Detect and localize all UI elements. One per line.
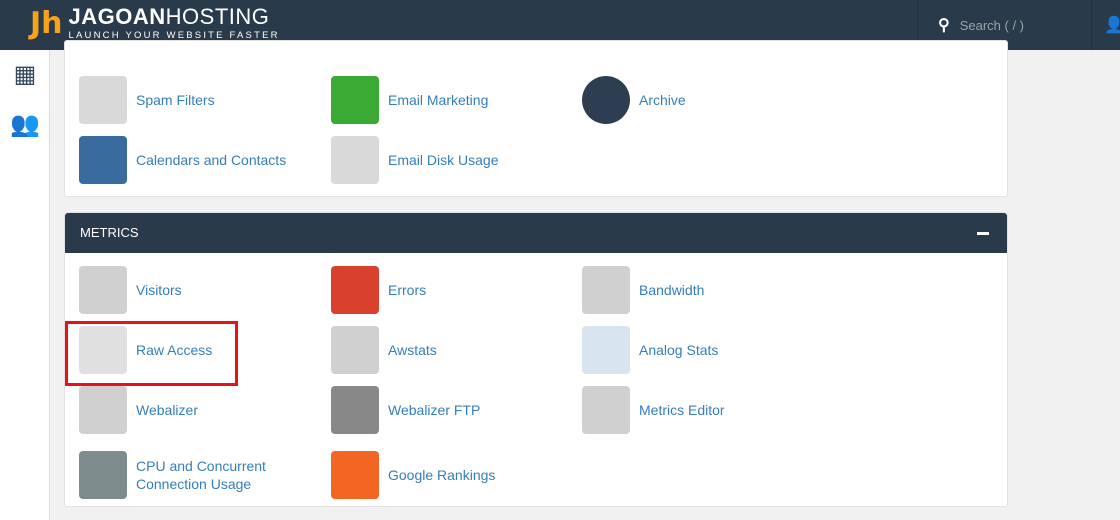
item-email-disk-usage[interactable]: Email Disk Usage (331, 135, 498, 185)
logo-mark-icon: Jh (30, 6, 63, 41)
item-spam-filters[interactable]: Spam Filters (79, 75, 215, 125)
item-email-marketing[interactable]: Email Marketing (331, 75, 488, 125)
rankings-icon (331, 451, 379, 499)
brand-light: HOSTING (165, 4, 270, 29)
item-label: Google Rankings (388, 467, 496, 483)
item-archive[interactable]: Archive (582, 75, 686, 125)
collapse-icon[interactable] (977, 232, 989, 235)
item-metrics-editor[interactable]: Metrics Editor (582, 385, 725, 435)
metrics-editor-icon (582, 386, 630, 434)
item-label: Awstats (388, 342, 437, 358)
item-label: Errors (388, 282, 427, 298)
item-cpu-and-concurrent-connection-usage[interactable]: CPU and Concurrent Connection Usage (79, 450, 286, 500)
item-raw-access[interactable]: Raw Access (79, 325, 212, 375)
item-label: Webalizer FTP (388, 402, 481, 418)
item-calendars-and-contacts[interactable]: Calendars and Contacts (79, 135, 286, 185)
item-bandwidth[interactable]: Bandwidth (582, 265, 704, 315)
item-webalizer[interactable]: Webalizer (79, 385, 198, 435)
item-visitors[interactable]: Visitors (79, 265, 182, 315)
visitors-icon (79, 266, 127, 314)
item-label: CPU and Concurrent Connection Usage (136, 458, 266, 492)
item-awstats[interactable]: Awstats (331, 325, 437, 375)
item-label: Archive (639, 92, 686, 108)
item-label: Spam Filters (136, 92, 215, 108)
user-icon[interactable]: 👤 (1104, 15, 1120, 35)
item-label: Metrics Editor (639, 402, 725, 418)
item-analog-stats[interactable]: Analog Stats (582, 325, 718, 375)
calendar-icon (79, 136, 127, 184)
item-label: Email Disk Usage (388, 152, 499, 168)
envelope-dollar-icon (331, 76, 379, 124)
item-errors[interactable]: Errors (331, 265, 426, 315)
logo[interactable]: Jh JAGOANHOSTING LAUNCH YOUR WEBSITE FAS… (30, 4, 280, 42)
search-icon: ⚲ (938, 17, 950, 34)
cpu-gauge-icon (79, 451, 127, 499)
envelope-feather-icon (79, 76, 127, 124)
users-icon[interactable]: 👥 (0, 100, 50, 150)
metrics-header[interactable]: METRICS (65, 213, 1007, 253)
sidebar: ▦ 👥 (0, 50, 50, 520)
error-icon (331, 266, 379, 314)
item-label: Calendars and Contacts (136, 152, 287, 168)
item-label: Analog Stats (639, 342, 719, 358)
item-label: Raw Access (136, 342, 213, 358)
apps-grid-icon[interactable]: ▦ (0, 50, 50, 100)
metrics-title: METRICS (80, 225, 139, 240)
document-download-icon (79, 326, 127, 374)
archive-envelope-icon (582, 76, 630, 124)
numbers-icon (582, 326, 630, 374)
item-label: Email Marketing (388, 92, 489, 108)
gauge-icon (582, 266, 630, 314)
envelope-pie-icon (331, 136, 379, 184)
item-label: Visitors (136, 282, 182, 298)
item-webalizer-ftp[interactable]: Webalizer FTP (331, 385, 480, 435)
item-label: Webalizer (136, 402, 198, 418)
brand-bold: JAGOAN (68, 4, 166, 29)
truck-icon (331, 386, 379, 434)
search-input[interactable] (959, 17, 1080, 33)
item-google-rankings[interactable]: Google Rankings (331, 450, 495, 500)
line-chart-icon (331, 326, 379, 374)
item-label: Bandwidth (639, 282, 705, 298)
waveform-icon (79, 386, 127, 434)
